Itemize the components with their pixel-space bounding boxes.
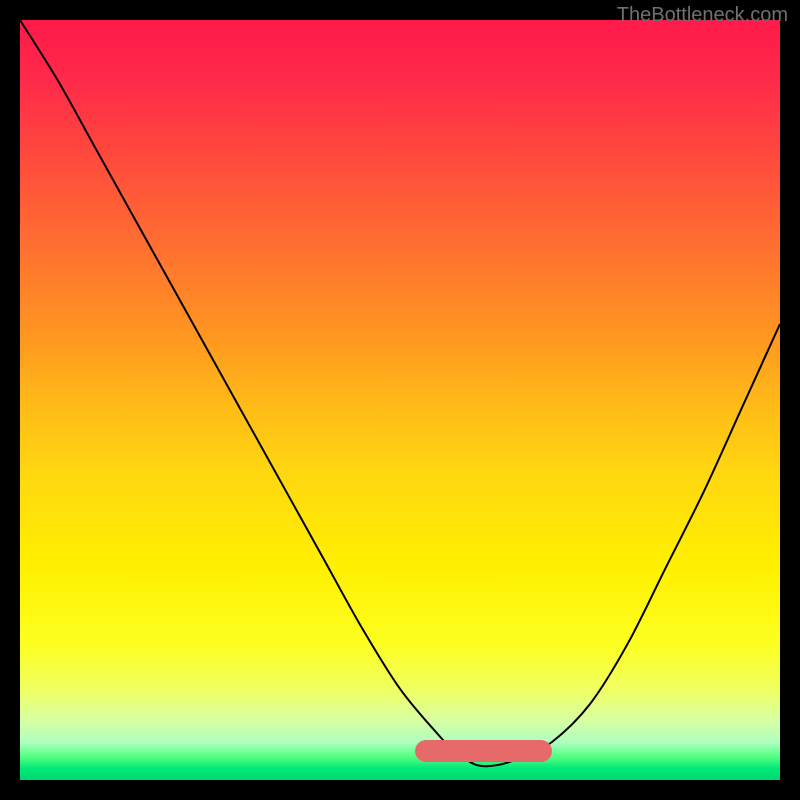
bottleneck-curve [20,20,780,780]
optimal-range-marker [415,740,552,762]
watermark-text: TheBottleneck.com [617,4,788,27]
chart-plot-area [20,20,780,780]
